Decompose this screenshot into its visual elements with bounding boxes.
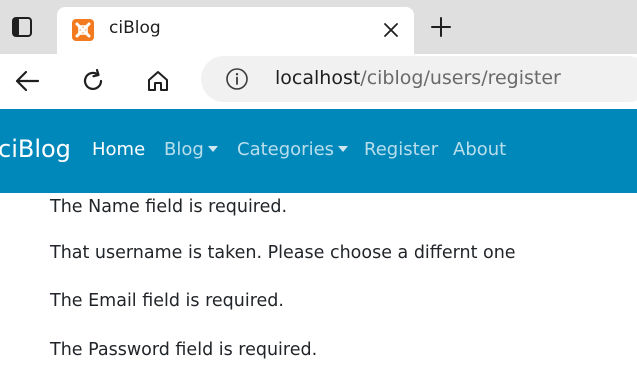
url-host: localhost [275, 67, 361, 89]
close-icon[interactable] [379, 18, 403, 42]
browser-toolbar: localhost/ciblog/users/register [0, 54, 637, 109]
browser-tab-strip: ciBlog [0, 0, 637, 54]
tab-actions-icon[interactable] [8, 13, 36, 41]
browser-tab[interactable]: ciBlog [57, 7, 414, 54]
plus-icon[interactable] [426, 12, 456, 42]
url-text[interactable]: localhost/ciblog/users/register [275, 67, 561, 89]
home-icon[interactable] [141, 64, 175, 98]
xampp-favicon-icon [72, 19, 94, 41]
nav-item-blog[interactable]: Blog [164, 139, 218, 160]
nav-item-register[interactable]: Register [364, 139, 438, 160]
nav-item-label: Register [364, 139, 439, 160]
nav-item-label: About [453, 139, 507, 160]
tab-title: ciBlog [109, 18, 161, 38]
nav-item-categories[interactable]: Categories [237, 139, 349, 160]
back-arrow-icon[interactable] [10, 64, 44, 98]
address-bar[interactable]: localhost/ciblog/users/register [201, 56, 637, 102]
navbar-brand[interactable]: ciBlog [0, 135, 71, 163]
error-message: The Password field is required. [50, 340, 318, 360]
dropdown-caret-icon [338, 146, 349, 152]
nav-item-label: Blog [164, 139, 204, 160]
dropdown-caret-icon [207, 146, 218, 152]
tab-actions-icon-glyph [12, 17, 32, 37]
error-message: That username is taken. Please choose a … [50, 243, 516, 263]
nav-item-label: Categories [237, 139, 335, 160]
nav-item-about[interactable]: About [453, 139, 506, 160]
nav-item-home[interactable]: Home [92, 139, 145, 160]
refresh-icon[interactable] [76, 64, 110, 98]
error-message: The Email field is required. [50, 291, 284, 311]
nav-item-label: Home [92, 139, 146, 160]
info-icon[interactable] [225, 67, 249, 91]
url-path: /ciblog/users/register [360, 67, 561, 89]
site-navbar: ciBlog Home Blog Categories Register Abo… [0, 109, 637, 193]
error-message: The Name field is required. [50, 197, 288, 217]
